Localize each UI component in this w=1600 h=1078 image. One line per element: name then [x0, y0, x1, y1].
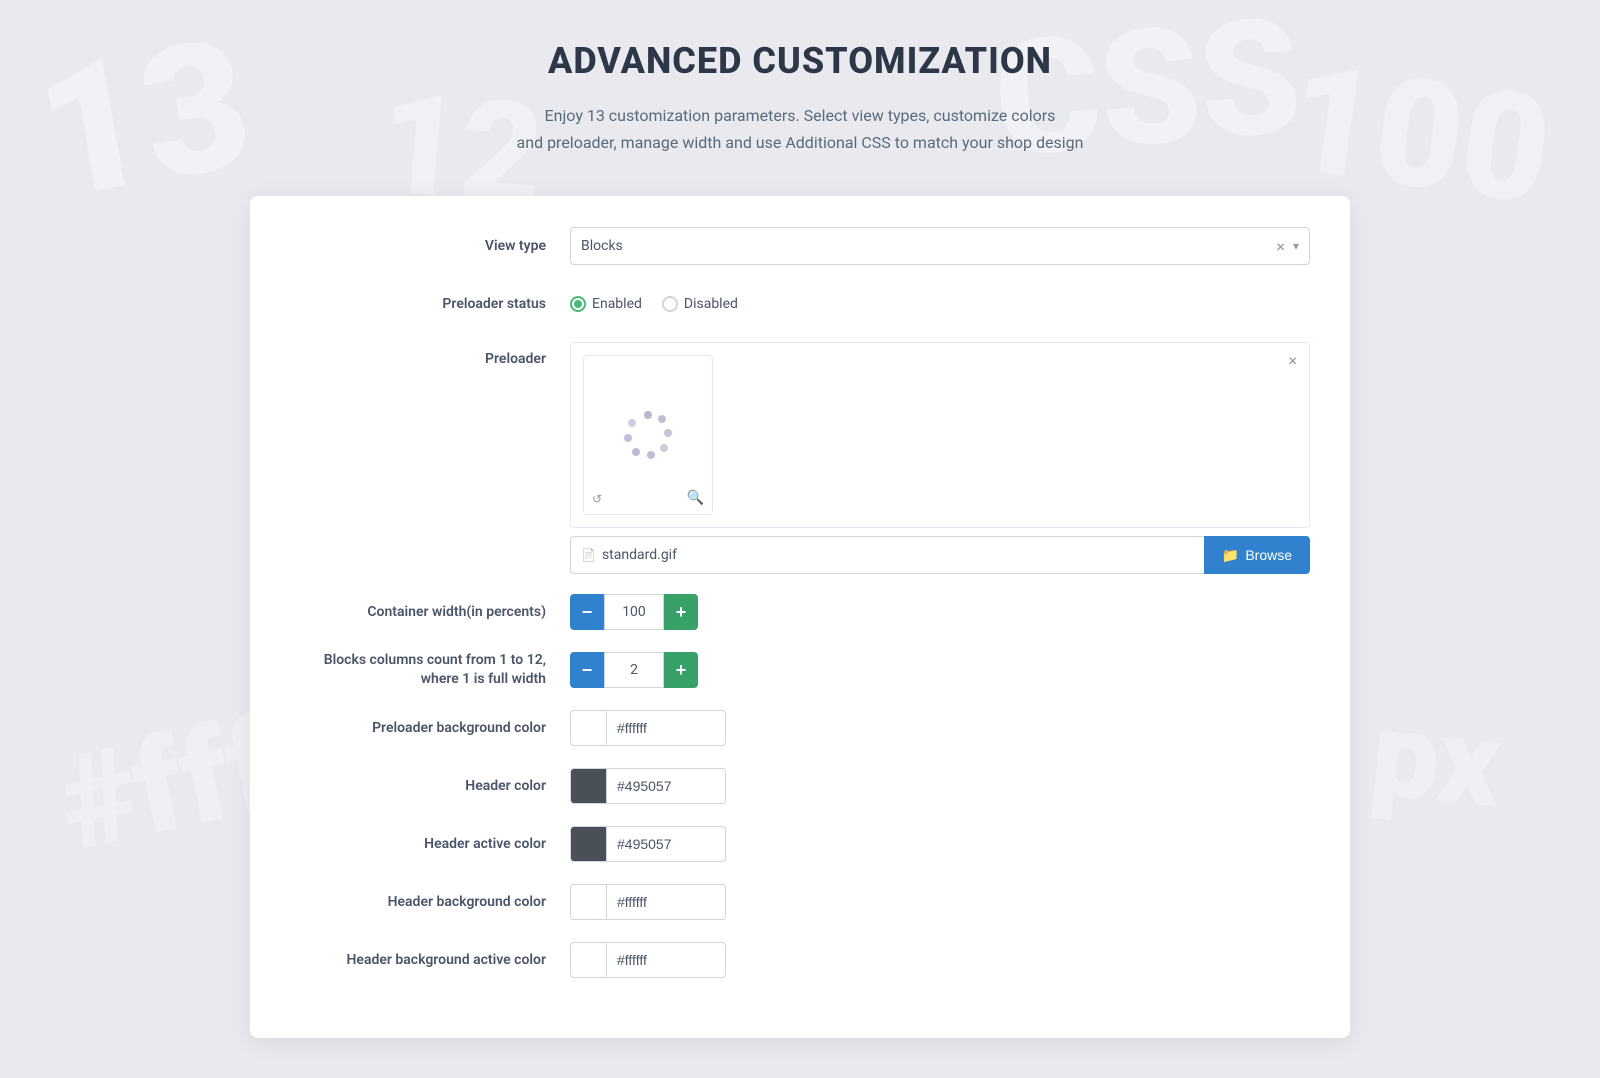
header-color-input[interactable]	[606, 768, 726, 804]
header-bg-active-row: Header background active color	[290, 940, 1310, 980]
browse-button[interactable]: 📁 Browse	[1204, 536, 1310, 574]
header-bg-active-control	[570, 942, 1310, 978]
preloader-preview-area: ↺ 🔍 ×	[570, 342, 1310, 528]
header-active-color-input[interactable]	[606, 826, 726, 862]
page-content: ADVANCED CUSTOMIZATION Enjoy 13 customiz…	[250, 40, 1350, 1038]
header-bg-color-input[interactable]	[606, 884, 726, 920]
header-color-control	[570, 768, 1310, 804]
enabled-radio-dot	[570, 296, 586, 312]
rotate-icon: ↺	[592, 492, 602, 506]
container-width-label: Container width(in percents)	[290, 603, 570, 623]
header-color-input-row	[570, 768, 1310, 804]
preloader-row: Preloader	[290, 342, 1310, 574]
header-color-row: Header color	[290, 766, 1310, 806]
header-bg-color-label: Header background color	[290, 893, 570, 913]
page-subtitle: Enjoy 13 customization parameters. Selec…	[517, 102, 1084, 156]
preloader-label: Preloader	[290, 342, 570, 370]
view-type-label: View type	[290, 237, 570, 257]
blocks-columns-value: 2	[604, 652, 664, 688]
container-width-row: Container width(in percents) − 100 +	[290, 592, 1310, 632]
container-width-stepper: − 100 +	[570, 594, 1310, 630]
header-bg-active-input-row	[570, 942, 1310, 978]
header-bg-color-row: Header background color	[290, 882, 1310, 922]
header-color-swatch[interactable]	[570, 768, 606, 804]
chevron-down-icon: ▾	[1293, 239, 1299, 253]
header-bg-active-input[interactable]	[606, 942, 726, 978]
disabled-radio-dot	[662, 296, 678, 312]
preloader-image-container: ↺ 🔍	[583, 355, 713, 515]
file-input-row: 📄 standard.gif 📁 Browse	[570, 536, 1310, 574]
file-name: standard.gif	[602, 547, 677, 563]
file-icon: 📄	[581, 548, 596, 562]
blocks-columns-control: − 2 +	[570, 652, 1310, 688]
browse-icon: 📁	[1222, 547, 1239, 564]
container-width-value: 100	[604, 594, 664, 630]
header-bg-color-input-row	[570, 884, 1310, 920]
blocks-columns-stepper: − 2 +	[570, 652, 1310, 688]
header-active-color-label: Header active color	[290, 835, 570, 855]
view-type-value: Blocks	[581, 238, 1276, 254]
header-active-color-input-row	[570, 826, 1310, 862]
blocks-columns-minus[interactable]: −	[570, 652, 604, 688]
blocks-columns-row: Blocks columns count from 1 to 12, where…	[290, 650, 1310, 690]
preloader-bg-label: Preloader background color	[290, 719, 570, 739]
zoom-icon[interactable]: 🔍	[687, 490, 704, 506]
header-active-color-row: Header active color	[290, 824, 1310, 864]
header-bg-active-label: Header background active color	[290, 951, 570, 971]
preloader-bg-row: Preloader background color	[290, 708, 1310, 748]
disabled-radio[interactable]: Disabled	[662, 296, 738, 312]
preloader-status-row: Preloader status Enabled Disabled	[290, 284, 1310, 324]
preloader-bg-input[interactable]	[606, 710, 726, 746]
preloader-control: ↺ 🔍 × 📄 standard.gif 📁 Browse	[570, 342, 1310, 574]
enabled-radio[interactable]: Enabled	[570, 296, 642, 312]
preloader-bg-swatch[interactable]	[570, 710, 606, 746]
preloader-status-label: Preloader status	[290, 295, 570, 315]
header-bg-active-swatch[interactable]	[570, 942, 606, 978]
header-active-color-control	[570, 826, 1310, 862]
settings-card: View type Blocks × ▾ Preloader status En…	[250, 196, 1350, 1038]
header-bg-color-swatch[interactable]	[570, 884, 606, 920]
browse-label: Browse	[1245, 547, 1292, 563]
view-type-select[interactable]: Blocks × ▾	[570, 227, 1310, 265]
page-title: ADVANCED CUSTOMIZATION	[548, 40, 1052, 82]
container-width-plus[interactable]: +	[664, 594, 698, 630]
blocks-columns-plus[interactable]: +	[664, 652, 698, 688]
disabled-label: Disabled	[684, 296, 738, 312]
close-preloader-button[interactable]: ×	[1288, 351, 1297, 370]
preloader-spinner	[618, 405, 678, 465]
header-active-color-swatch[interactable]	[570, 826, 606, 862]
view-type-row: View type Blocks × ▾	[290, 226, 1310, 266]
preloader-status-radio-group: Enabled Disabled	[570, 296, 1310, 312]
header-bg-color-control	[570, 884, 1310, 920]
container-width-control: − 100 +	[570, 594, 1310, 630]
file-input-box: 📄 standard.gif	[570, 536, 1204, 574]
enabled-label: Enabled	[592, 296, 642, 312]
blocks-columns-label: Blocks columns count from 1 to 12, where…	[290, 651, 570, 690]
container-width-minus[interactable]: −	[570, 594, 604, 630]
preloader-bg-control	[570, 710, 1310, 746]
view-type-control: Blocks × ▾	[570, 227, 1310, 265]
select-clear-icon[interactable]: ×	[1276, 237, 1285, 256]
preloader-bg-color-row	[570, 710, 1310, 746]
header-color-label: Header color	[290, 777, 570, 797]
preloader-status-control: Enabled Disabled	[570, 296, 1310, 312]
